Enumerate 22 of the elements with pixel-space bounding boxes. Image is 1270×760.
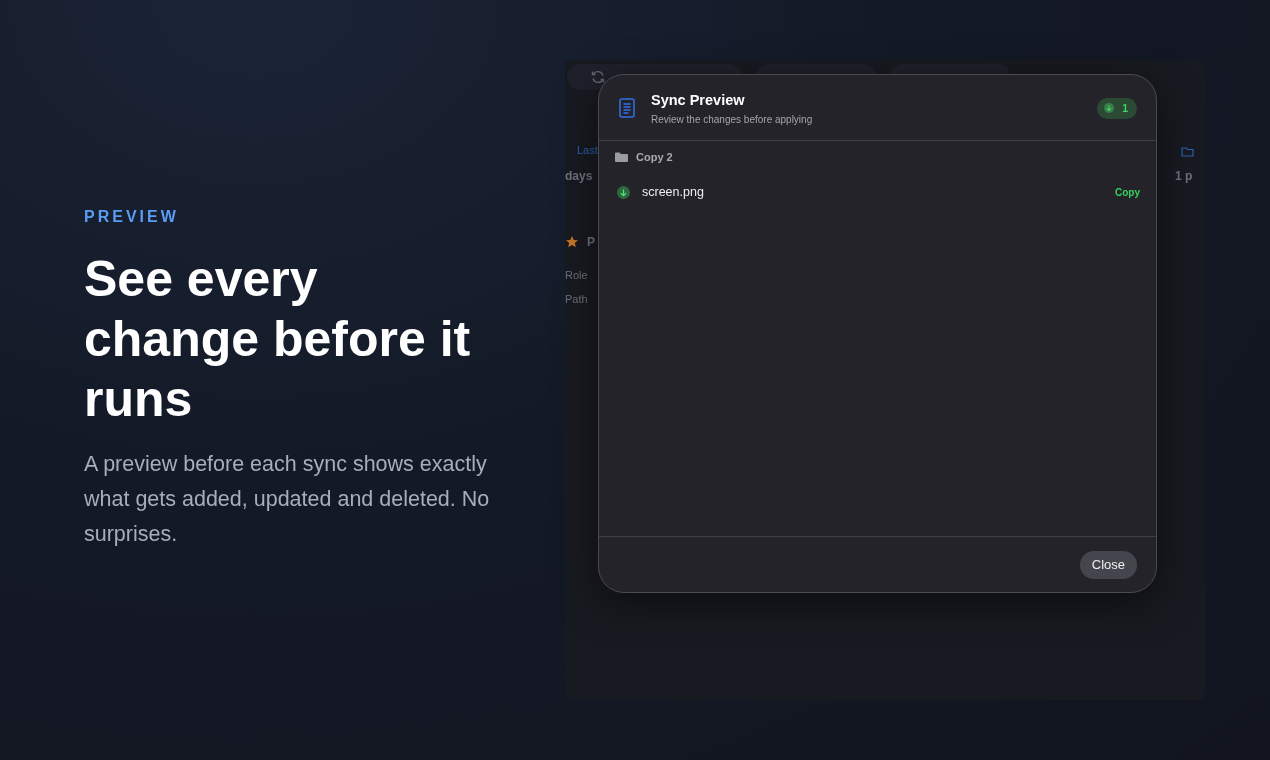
star-icon [565, 234, 579, 249]
sync-icon [591, 70, 605, 84]
partial-value: 1 p [1175, 167, 1194, 185]
action-label: Copy [1115, 186, 1140, 201]
hero-heading: See every change before it runs [84, 250, 472, 429]
file-name: screen.png [642, 184, 705, 202]
eyebrow-text: PREVIEW [84, 207, 180, 227]
group-name: Copy 2 [636, 149, 673, 165]
dialog-title: Sync Preview [651, 91, 746, 110]
document-icon [619, 98, 635, 119]
field-label: Path [565, 292, 589, 307]
folder-icon [615, 152, 628, 162]
partial-title: P [587, 233, 595, 251]
hero-description: A preview before each sync shows exactly what gets added, updated and deleted. No surprises. [84, 451, 491, 548]
download-icon [617, 186, 630, 200]
field-label: Role [565, 267, 589, 283]
dialog-subtitle: Review the changes before applying [651, 112, 814, 127]
download-icon [1104, 103, 1115, 114]
close-button[interactable]: Close [1079, 551, 1137, 579]
badge-count: 1 [1122, 100, 1128, 116]
partial-value: days [565, 167, 594, 185]
folder-icon [1181, 145, 1194, 157]
